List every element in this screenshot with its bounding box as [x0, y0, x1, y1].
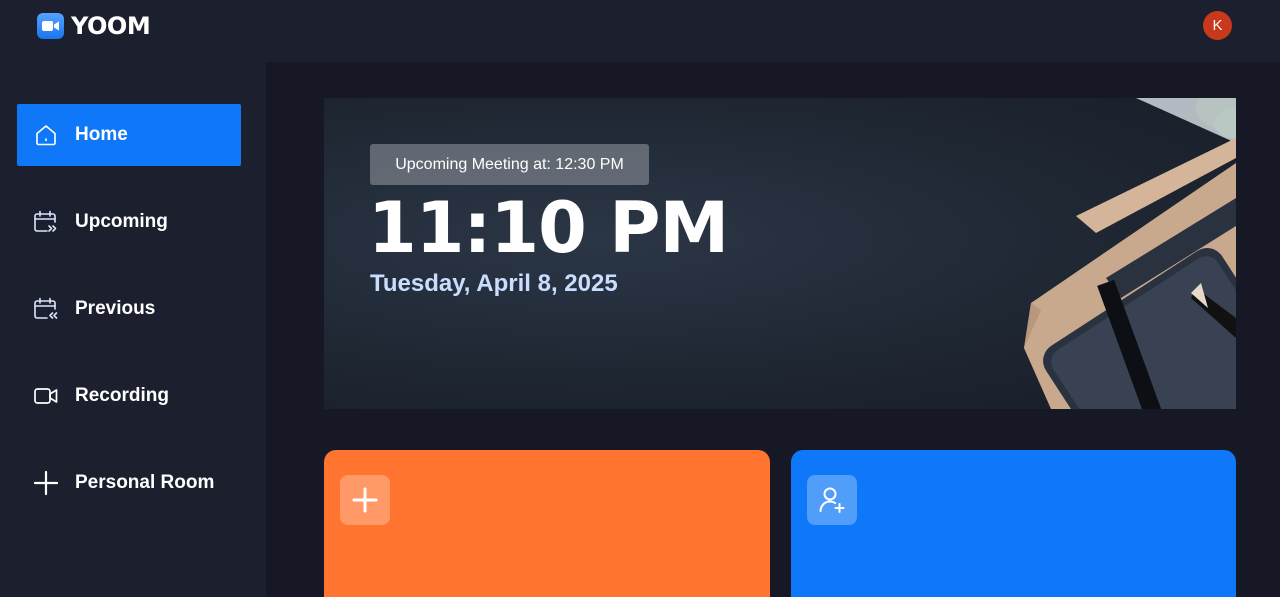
new-meeting-card[interactable] — [324, 450, 770, 597]
app-logo[interactable]: YOOM — [37, 12, 151, 40]
join-meeting-card[interactable] — [791, 450, 1236, 597]
sidebar-item-label: Upcoming — [75, 211, 168, 232]
sidebar-item-previous[interactable]: Previous — [17, 278, 241, 340]
sidebar-item-home[interactable]: Home — [17, 104, 241, 166]
sidebar-item-label: Personal Room — [75, 472, 215, 493]
current-date: Tuesday, April 8, 2025 — [370, 270, 618, 297]
home-icon — [33, 122, 59, 148]
upcoming-meeting-badge: Upcoming Meeting at: 12:30 PM — [370, 144, 649, 185]
current-time: 11:10 PM — [368, 187, 729, 269]
top-navbar: YOOM K — [0, 0, 1280, 62]
sidebar-item-personal-room[interactable]: Personal Room — [17, 452, 241, 514]
calendar-upcoming-icon — [33, 209, 59, 235]
desk-illustration — [1024, 98, 1236, 409]
app-name: YOOM — [71, 12, 151, 40]
add-user-icon — [807, 475, 857, 525]
sidebar-item-recording[interactable]: Recording — [17, 365, 241, 427]
calendar-previous-icon — [33, 296, 59, 322]
sidebar-item-label: Recording — [75, 385, 169, 406]
sidebar-item-label: Home — [75, 124, 128, 145]
sidebar-item-upcoming[interactable]: Upcoming — [17, 191, 241, 253]
video-camera-icon — [37, 13, 64, 39]
video-icon — [33, 383, 59, 409]
plus-icon — [33, 470, 59, 496]
user-avatar[interactable]: K — [1203, 11, 1232, 40]
plus-icon — [340, 475, 390, 525]
sidebar-item-label: Previous — [75, 298, 156, 319]
